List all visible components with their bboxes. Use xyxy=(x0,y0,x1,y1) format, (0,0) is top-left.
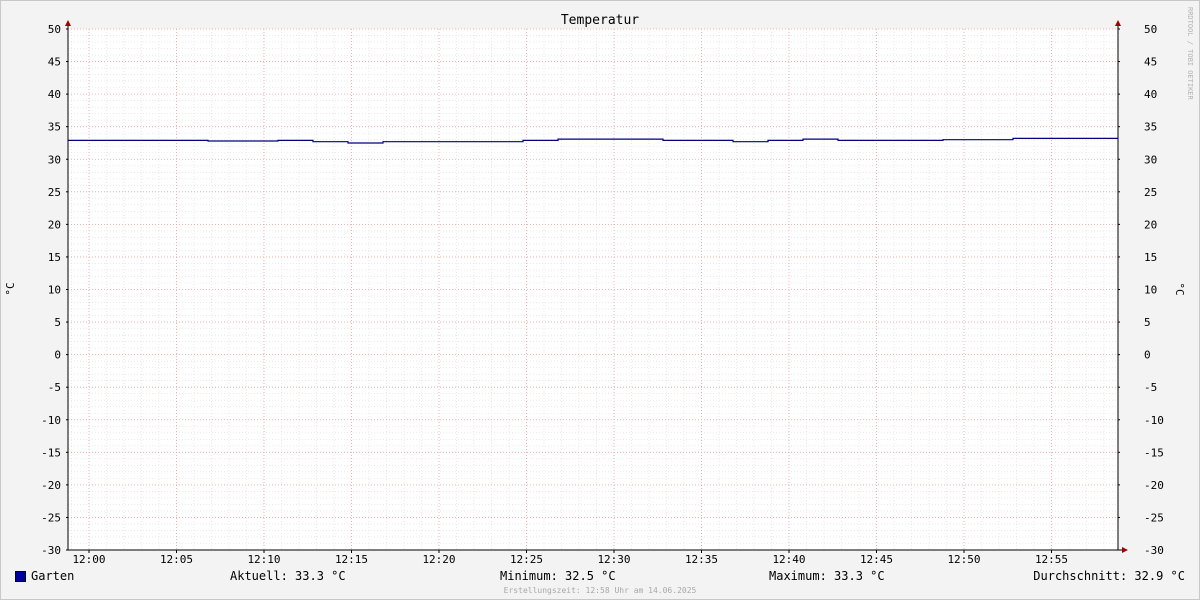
y-tick-label-right: 30 xyxy=(1144,153,1157,166)
y-tick-label-right: -15 xyxy=(1144,446,1164,459)
x-tick-label: 12:45 xyxy=(860,553,893,566)
y-tick-label-left: -25 xyxy=(41,511,61,524)
y-tick-label-left: 50 xyxy=(48,23,61,36)
y-axis-left-arrow xyxy=(65,20,71,26)
chart-title: Temperatur xyxy=(561,13,639,28)
y-tick-label-left: 40 xyxy=(48,88,61,101)
legend-minimum: Minimum: 32.5 °C xyxy=(500,569,616,583)
graph-frame: 50 50 45 45 40 40 35 35 30 30 25 25 20 20 15 15 10 10 5 5 0 0… xyxy=(0,0,1200,600)
x-tick-label: 12:20 xyxy=(422,553,455,566)
x-tick-label: 12:15 xyxy=(335,553,368,566)
y-tick-label-right: 35 xyxy=(1144,121,1157,134)
legend-row: Garten Aktuell: 33.3 °C Minimum: 32.5 °C… xyxy=(1,569,1199,585)
y-tick-label-left: -30 xyxy=(41,544,61,557)
x-tick-label: 12:00 xyxy=(72,553,105,566)
y-tick-label-right: 15 xyxy=(1144,251,1157,264)
x-tick-label: 12:55 xyxy=(1035,553,1068,566)
y-tick-label-right: 40 xyxy=(1144,88,1157,101)
y-tick-label-left: 15 xyxy=(48,251,61,264)
x-tick-label: 12:10 xyxy=(247,553,280,566)
y-tick-label-right: 0 xyxy=(1144,349,1151,362)
y-tick-label-left: 0 xyxy=(54,349,61,362)
y-tick-label-right: -25 xyxy=(1144,511,1164,524)
x-tick-label: 12:30 xyxy=(597,553,630,566)
y-tick-label-left: 35 xyxy=(48,121,61,134)
creation-time-footer: Erstellungszeit: 12:58 Uhr am 14.06.2025 xyxy=(503,586,697,595)
legend-average: Durchschnitt: 32.9 °C xyxy=(1033,569,1185,583)
y-tick-label-left: -5 xyxy=(48,381,61,394)
rrdtool-watermark: RRDTOOL / TOBI OETIKER xyxy=(1186,7,1194,101)
y-axis-label-left: °C xyxy=(4,282,17,295)
y-tick-label-right: -5 xyxy=(1144,381,1157,394)
y-tick-label-right: 45 xyxy=(1144,56,1157,69)
y-tick-label-left: 30 xyxy=(48,153,61,166)
y-axis-label-right: °C xyxy=(1173,282,1186,295)
y-tick-label-left: 10 xyxy=(48,284,61,297)
x-tick-label: 12:35 xyxy=(685,553,718,566)
y-axis-right-arrow xyxy=(1115,20,1121,26)
x-tick-label: 12:05 xyxy=(160,553,193,566)
y-tick-label-right: 10 xyxy=(1144,284,1157,297)
x-tick-label: 12:50 xyxy=(947,553,980,566)
legend-maximum: Maximum: 33.3 °C xyxy=(769,569,885,583)
y-tick-label-left: 25 xyxy=(48,186,61,199)
temperature-chart: 50 5045 4540 4035 3530 3025 2520 2015 1510 105 50 0… xyxy=(4,7,1194,566)
legend-current: Aktuell: 33.3 °C xyxy=(230,569,346,583)
y-tick-label-right: 20 xyxy=(1144,218,1157,231)
y-tick-label-right: -20 xyxy=(1144,479,1164,492)
y-tick-label-left: 5 xyxy=(54,316,61,329)
x-tick-label: 12:25 xyxy=(510,553,543,566)
y-tick-label-left: 45 xyxy=(48,56,61,69)
y-tick-label-left: 20 xyxy=(48,218,61,231)
legend-series-name: Garten xyxy=(31,569,75,583)
y-tick-label-left: -15 xyxy=(41,446,61,459)
x-tick-label: 12:40 xyxy=(772,553,805,566)
x-axis-arrow xyxy=(1122,547,1128,553)
y-tick-label-right: 25 xyxy=(1144,186,1157,199)
y-tick-label-right: -10 xyxy=(1144,414,1164,427)
y-tick-label-left: -10 xyxy=(41,414,61,427)
y-tick-label-right: -30 xyxy=(1144,544,1164,557)
y-tick-label-right: 50 xyxy=(1144,23,1157,36)
y-tick-label-right: 5 xyxy=(1144,316,1151,329)
y-tick-label-left: -20 xyxy=(41,479,61,492)
